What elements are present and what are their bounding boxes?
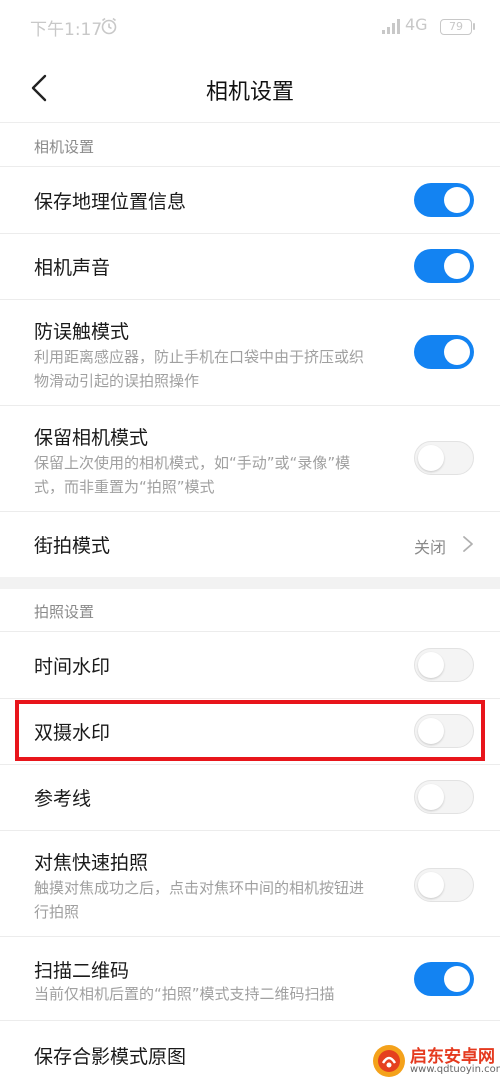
- setting-description: 利用距离感应器，防止手机在口袋中由于挤压或织物滑动引起的误拍照操作: [34, 348, 365, 390]
- setting-row-qr-scan[interactable]: 扫描二维码 当前仅相机后置的“拍照”模式支持二维码扫描: [0, 936, 500, 1021]
- section-label: 相机设置: [34, 138, 95, 156]
- setting-row-sound[interactable]: 相机声音: [0, 233, 500, 300]
- setting-title: 相机声音: [34, 257, 111, 279]
- toggle-knob: [444, 339, 470, 365]
- section-label: 拍照设置: [34, 603, 95, 621]
- setting-title: 对焦快速拍照: [34, 852, 149, 874]
- setting-title: 保留相机模式: [34, 427, 149, 449]
- battery-tip: [473, 23, 475, 30]
- setting-row-street[interactable]: 街拍模式 关闭: [0, 511, 500, 577]
- setting-row-time-watermark[interactable]: 时间水印: [0, 632, 500, 699]
- section-header-photo: 拍照设置: [0, 589, 500, 632]
- setting-title: 时间水印: [34, 656, 111, 678]
- section-header-camera: 相机设置: [0, 122, 500, 167]
- status-time: 下午1:17: [30, 20, 103, 40]
- battery-level: 79: [449, 20, 463, 33]
- setting-row-grid[interactable]: 参考线: [0, 764, 500, 831]
- anti-touch-toggle[interactable]: [414, 335, 474, 369]
- focus-shot-toggle[interactable]: [414, 868, 474, 902]
- chevron-right-icon: [463, 536, 473, 552]
- page-title: 相机设置: [205, 80, 294, 105]
- setting-row-keep-mode[interactable]: 保留相机模式 保留上次使用的相机模式，如“手动”或“录像”模式，而非重置为“拍照…: [0, 405, 500, 512]
- qr-scan-toggle[interactable]: [414, 962, 474, 996]
- battery-icon: 79: [440, 19, 472, 35]
- street-mode-value: 关闭: [414, 538, 447, 557]
- keep-mode-toggle[interactable]: [414, 441, 474, 475]
- toggle-knob: [418, 784, 444, 810]
- setting-title: 保存地理位置信息: [34, 191, 187, 213]
- toggle-knob: [444, 966, 470, 992]
- alarm-icon: [101, 17, 117, 35]
- time-watermark-toggle[interactable]: [414, 648, 474, 682]
- setting-row-location[interactable]: 保存地理位置信息: [0, 167, 500, 234]
- setting-title: 扫描二维码: [34, 960, 130, 982]
- status-bar: 下午1:17 4G 79: [0, 0, 500, 56]
- network-type: 4G: [405, 15, 428, 34]
- toggle-knob: [418, 652, 444, 678]
- watermark-url: www.qdtuoyin.com: [410, 1064, 500, 1075]
- sound-toggle[interactable]: [414, 249, 474, 283]
- setting-title: 街拍模式: [34, 535, 111, 557]
- header: 相机设置: [0, 56, 500, 123]
- section-divider: [0, 577, 500, 589]
- toggle-knob: [418, 445, 444, 471]
- signal-icon: [382, 19, 400, 34]
- toggle-knob: [444, 253, 470, 279]
- grid-toggle[interactable]: [414, 780, 474, 814]
- location-toggle[interactable]: [414, 183, 474, 217]
- site-watermark: 启东安卓网 www.qdtuoyin.com: [372, 1040, 500, 1082]
- setting-row-anti-touch[interactable]: 防误触模式 利用距离感应器，防止手机在口袋中由于挤压或织物滑动引起的误拍照操作: [0, 299, 500, 406]
- highlight-box: [15, 700, 485, 761]
- setting-row-focus-shot[interactable]: 对焦快速拍照 触摸对焦成功之后，点击对焦环中间的相机按钮进行拍照: [0, 830, 500, 937]
- toggle-knob: [444, 187, 470, 213]
- watermark-logo-icon: [373, 1045, 405, 1077]
- setting-description: 保留上次使用的相机模式，如“手动”或“录像”模式，而非重置为“拍照”模式: [34, 454, 351, 496]
- toggle-knob: [418, 872, 444, 898]
- setting-title: 防误触模式: [34, 321, 130, 343]
- setting-description: 触摸对焦成功之后，点击对焦环中间的相机按钮进行拍照: [34, 879, 365, 921]
- setting-title: 参考线: [34, 788, 92, 810]
- setting-description: 当前仅相机后置的“拍照”模式支持二维码扫描: [34, 985, 335, 1003]
- setting-title: 保存合影模式原图: [34, 1046, 187, 1068]
